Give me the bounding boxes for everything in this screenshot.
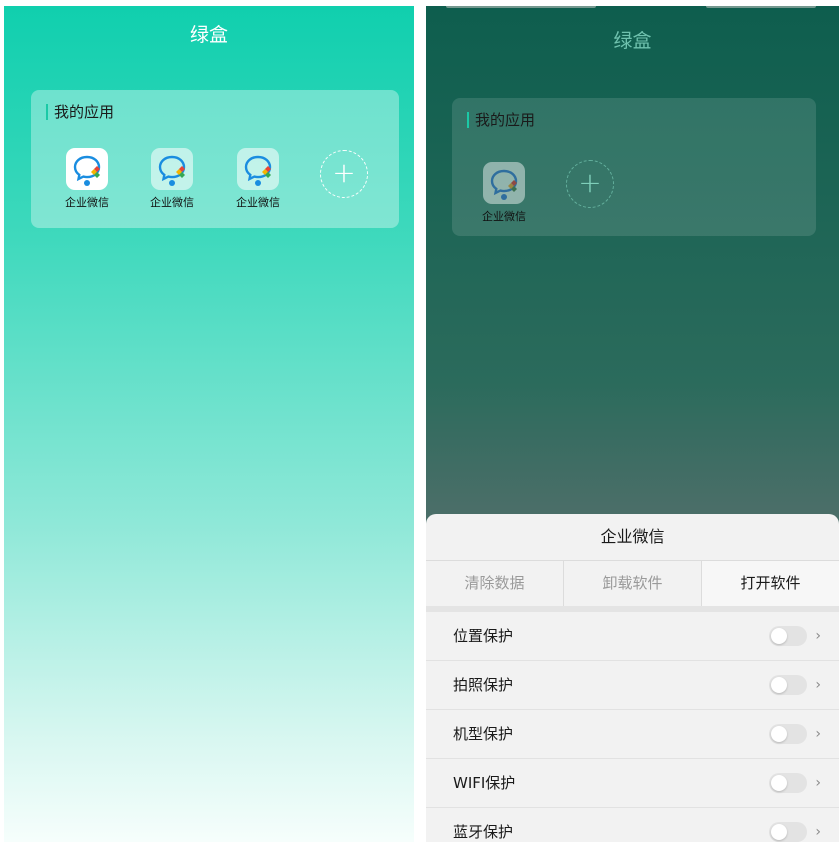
page-title: 绿盒 (189, 24, 228, 46)
chevron-right-icon: › (815, 775, 821, 791)
setting-row-location[interactable]: 位置保护 › (426, 612, 839, 661)
app-label: 企业微信 (236, 196, 280, 209)
setting-row-device-model[interactable]: 机型保护 › (426, 710, 839, 759)
location-protect-toggle[interactable] (769, 626, 807, 646)
uninstall-button[interactable]: 卸载软件 (564, 561, 702, 606)
clear-data-button[interactable]: 清除数据 (426, 561, 564, 606)
chevron-right-icon: › (815, 726, 821, 742)
my-apps-card: 我的应用 企业微信 企业微信 企业微信 + (31, 90, 399, 228)
wecom-icon (66, 148, 108, 190)
wecom-icon (237, 148, 279, 190)
right-screen: 绿盒 我的应用 企业微信 + 企业微信 清除数据 卸载软件 打开软件 位置保护 … (426, 6, 839, 842)
status-bar-right (706, 6, 816, 8)
app-action-sheet: 企业微信 清除数据 卸载软件 打开软件 位置保护 › 拍照保护 › 机型保护 ›… (426, 514, 839, 842)
app-label: 企业微信 (65, 196, 109, 209)
app-tile-wecom-1[interactable]: 企业微信 (57, 148, 117, 210)
sheet-title: 企业微信 (426, 514, 839, 561)
add-app-button[interactable]: + (320, 150, 368, 198)
setting-row-camera[interactable]: 拍照保护 › (426, 661, 839, 710)
my-apps-card: 我的应用 企业微信 + (452, 98, 816, 236)
device-model-protect-toggle[interactable] (769, 724, 807, 744)
wecom-icon (483, 162, 525, 204)
setting-label: 机型保护 (453, 725, 514, 743)
plus-circle-icon: + (578, 166, 602, 199)
page-title: 绿盒 (613, 30, 652, 52)
setting-label: 蓝牙保护 (453, 823, 514, 841)
toggle-knob (771, 726, 787, 742)
plus-circle-icon: + (332, 156, 356, 189)
status-bar-left (446, 6, 596, 8)
wecom-icon (151, 148, 193, 190)
app-label: 企业微信 (150, 196, 194, 209)
setting-label: WIFI保护 (453, 774, 516, 792)
section-title: 我的应用 (467, 112, 535, 128)
bluetooth-protect-toggle[interactable] (769, 822, 807, 842)
chevron-right-icon: › (815, 677, 821, 693)
toggle-knob (771, 677, 787, 693)
action-bar: 清除数据 卸载软件 打开软件 (426, 561, 839, 612)
setting-label: 位置保护 (453, 627, 514, 645)
app-tile-wecom-1[interactable]: 企业微信 (474, 162, 534, 224)
section-title: 我的应用 (46, 104, 114, 120)
setting-label: 拍照保护 (453, 676, 514, 694)
chevron-right-icon: › (815, 824, 821, 840)
toggle-knob (771, 824, 787, 840)
wifi-protect-toggle[interactable] (769, 773, 807, 793)
camera-protect-toggle[interactable] (769, 675, 807, 695)
toggle-knob (771, 775, 787, 791)
left-screen: 绿盒 我的应用 企业微信 企业微信 企业微信 + (4, 6, 414, 842)
app-label: 企业微信 (482, 210, 526, 223)
add-app-button[interactable]: + (566, 160, 614, 208)
open-app-button[interactable]: 打开软件 (702, 561, 839, 606)
toggle-knob (771, 628, 787, 644)
app-tile-wecom-3[interactable]: 企业微信 (228, 148, 288, 210)
setting-row-bluetooth[interactable]: 蓝牙保护 › (426, 808, 839, 842)
app-tile-wecom-2[interactable]: 企业微信 (142, 148, 202, 210)
setting-row-wifi[interactable]: WIFI保护 › (426, 759, 839, 808)
status-bar (436, 6, 826, 10)
chevron-right-icon: › (815, 628, 821, 644)
